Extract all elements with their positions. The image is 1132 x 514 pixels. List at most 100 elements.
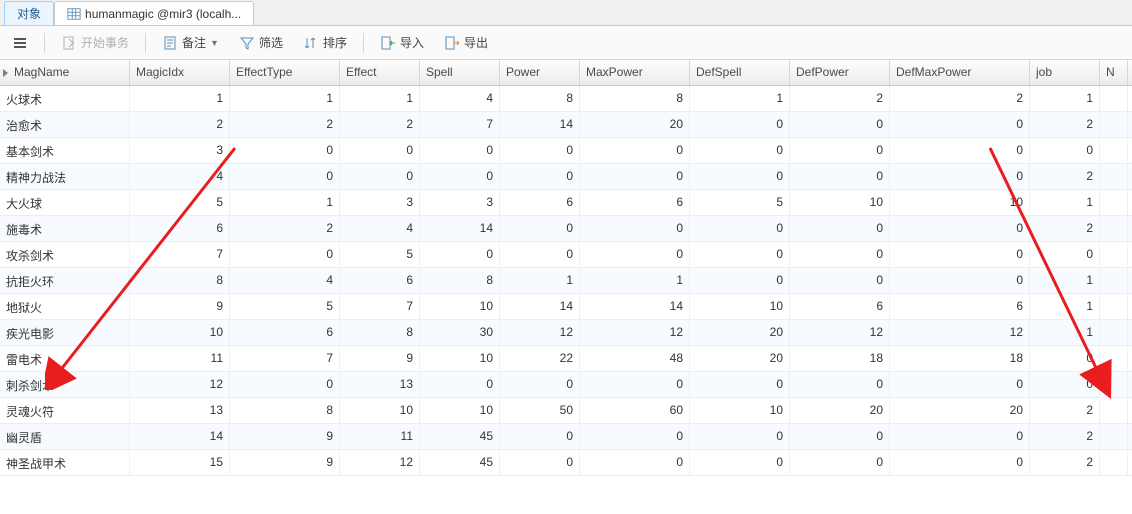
menu-button[interactable] bbox=[8, 33, 32, 53]
cell-magname[interactable]: 幽灵盾 bbox=[0, 424, 130, 449]
cell-maxpower[interactable]: 0 bbox=[580, 164, 690, 189]
table-row[interactable]: 施毒术62414000002 bbox=[0, 216, 1132, 242]
cell-defpower[interactable]: 0 bbox=[790, 372, 890, 397]
cell-magicidx[interactable]: 1 bbox=[130, 86, 230, 111]
cell-magname[interactable]: 灵魂火符 bbox=[0, 398, 130, 423]
col-defpower[interactable]: DefPower bbox=[790, 60, 890, 85]
cell-defspell[interactable]: 0 bbox=[690, 372, 790, 397]
import-button[interactable]: 导入 bbox=[376, 32, 428, 53]
cell-n[interactable] bbox=[1100, 398, 1128, 423]
col-magname[interactable]: MagName bbox=[0, 60, 130, 85]
cell-spell[interactable]: 4 bbox=[420, 86, 500, 111]
cell-magname[interactable]: 施毒术 bbox=[0, 216, 130, 241]
cell-effect[interactable]: 13 bbox=[340, 372, 420, 397]
cell-magicidx[interactable]: 3 bbox=[130, 138, 230, 163]
cell-n[interactable] bbox=[1100, 268, 1128, 293]
cell-effecttype[interactable]: 0 bbox=[230, 164, 340, 189]
cell-job[interactable]: 1 bbox=[1030, 86, 1100, 111]
cell-magname[interactable]: 精神力战法 bbox=[0, 164, 130, 189]
cell-defmaxpower[interactable]: 0 bbox=[890, 242, 1030, 267]
tab-table[interactable]: humanmagic @mir3 (localh... bbox=[54, 1, 254, 25]
cell-power[interactable]: 1 bbox=[500, 268, 580, 293]
cell-defpower[interactable]: 2 bbox=[790, 86, 890, 111]
cell-maxpower[interactable]: 0 bbox=[580, 424, 690, 449]
cell-spell[interactable]: 14 bbox=[420, 216, 500, 241]
cell-effect[interactable]: 11 bbox=[340, 424, 420, 449]
cell-effect[interactable]: 0 bbox=[340, 138, 420, 163]
cell-spell[interactable]: 0 bbox=[420, 242, 500, 267]
cell-magicidx[interactable]: 4 bbox=[130, 164, 230, 189]
cell-effecttype[interactable]: 0 bbox=[230, 242, 340, 267]
cell-magname[interactable]: 神圣战甲术 bbox=[0, 450, 130, 475]
cell-job[interactable]: 1 bbox=[1030, 320, 1100, 345]
cell-defmaxpower[interactable]: 0 bbox=[890, 138, 1030, 163]
cell-magicidx[interactable]: 7 bbox=[130, 242, 230, 267]
cell-defmaxpower[interactable]: 12 bbox=[890, 320, 1030, 345]
cell-magname[interactable]: 疾光电影 bbox=[0, 320, 130, 345]
col-defspell[interactable]: DefSpell bbox=[690, 60, 790, 85]
cell-defpower[interactable]: 20 bbox=[790, 398, 890, 423]
cell-maxpower[interactable]: 48 bbox=[580, 346, 690, 371]
cell-defmaxpower[interactable]: 0 bbox=[890, 450, 1030, 475]
begin-transaction-button[interactable]: 开始事务 bbox=[57, 32, 133, 53]
cell-job[interactable]: 2 bbox=[1030, 424, 1100, 449]
cell-magname[interactable]: 地狱火 bbox=[0, 294, 130, 319]
cell-defmaxpower[interactable]: 10 bbox=[890, 190, 1030, 215]
cell-n[interactable] bbox=[1100, 320, 1128, 345]
cell-spell[interactable]: 0 bbox=[420, 372, 500, 397]
cell-effecttype[interactable]: 2 bbox=[230, 216, 340, 241]
cell-magname[interactable]: 火球术 bbox=[0, 86, 130, 111]
cell-power[interactable]: 0 bbox=[500, 138, 580, 163]
cell-job[interactable]: 2 bbox=[1030, 112, 1100, 137]
cell-magicidx[interactable]: 2 bbox=[130, 112, 230, 137]
cell-magicidx[interactable]: 14 bbox=[130, 424, 230, 449]
cell-defpower[interactable]: 6 bbox=[790, 294, 890, 319]
cell-n[interactable] bbox=[1100, 164, 1128, 189]
cell-n[interactable] bbox=[1100, 450, 1128, 475]
cell-power[interactable]: 12 bbox=[500, 320, 580, 345]
sort-button[interactable]: 排序 bbox=[299, 32, 351, 53]
cell-defspell[interactable]: 1 bbox=[690, 86, 790, 111]
cell-magname[interactable]: 大火球 bbox=[0, 190, 130, 215]
cell-job[interactable]: 1 bbox=[1030, 268, 1100, 293]
cell-effecttype[interactable]: 7 bbox=[230, 346, 340, 371]
cell-defpower[interactable]: 0 bbox=[790, 164, 890, 189]
cell-defpower[interactable]: 12 bbox=[790, 320, 890, 345]
cell-job[interactable]: 2 bbox=[1030, 450, 1100, 475]
memo-button[interactable]: 备注 ▼ bbox=[158, 32, 223, 53]
cell-spell[interactable]: 10 bbox=[420, 294, 500, 319]
cell-magname[interactable]: 攻杀剑术 bbox=[0, 242, 130, 267]
cell-magname[interactable]: 雷电术 bbox=[0, 346, 130, 371]
cell-defmaxpower[interactable]: 0 bbox=[890, 372, 1030, 397]
cell-effecttype[interactable]: 9 bbox=[230, 450, 340, 475]
cell-power[interactable]: 6 bbox=[500, 190, 580, 215]
cell-defspell[interactable]: 5 bbox=[690, 190, 790, 215]
cell-defspell[interactable]: 0 bbox=[690, 450, 790, 475]
table-row[interactable]: 灵魂火符138101050601020202 bbox=[0, 398, 1132, 424]
cell-spell[interactable]: 10 bbox=[420, 398, 500, 423]
cell-defpower[interactable]: 0 bbox=[790, 112, 890, 137]
cell-power[interactable]: 0 bbox=[500, 242, 580, 267]
table-row[interactable]: 精神力战法4000000002 bbox=[0, 164, 1132, 190]
cell-maxpower[interactable]: 0 bbox=[580, 450, 690, 475]
cell-job[interactable]: 0 bbox=[1030, 138, 1100, 163]
cell-effect[interactable]: 4 bbox=[340, 216, 420, 241]
cell-n[interactable] bbox=[1100, 242, 1128, 267]
cell-power[interactable]: 0 bbox=[500, 424, 580, 449]
cell-effecttype[interactable]: 0 bbox=[230, 372, 340, 397]
table-row[interactable]: 疾光电影10683012122012121 bbox=[0, 320, 1132, 346]
export-button[interactable]: 导出 bbox=[440, 32, 492, 53]
cell-magicidx[interactable]: 5 bbox=[130, 190, 230, 215]
cell-spell[interactable]: 0 bbox=[420, 164, 500, 189]
cell-magicidx[interactable]: 12 bbox=[130, 372, 230, 397]
cell-effect[interactable]: 1 bbox=[340, 86, 420, 111]
cell-effecttype[interactable]: 1 bbox=[230, 190, 340, 215]
cell-maxpower[interactable]: 0 bbox=[580, 372, 690, 397]
cell-job[interactable]: 2 bbox=[1030, 216, 1100, 241]
cell-defmaxpower[interactable]: 0 bbox=[890, 216, 1030, 241]
cell-job[interactable]: 0 bbox=[1030, 242, 1100, 267]
table-row[interactable]: 大火球513366510101 bbox=[0, 190, 1132, 216]
cell-effecttype[interactable]: 5 bbox=[230, 294, 340, 319]
cell-defpower[interactable]: 0 bbox=[790, 424, 890, 449]
cell-effect[interactable]: 0 bbox=[340, 164, 420, 189]
